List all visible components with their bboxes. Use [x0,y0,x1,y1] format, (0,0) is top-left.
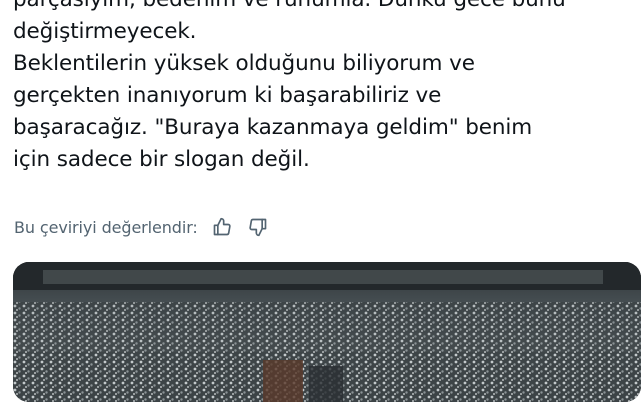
tweet-line: parçasıyım, bedenim ve ruhumla. Dünkü ge… [13,0,633,16]
tweet-line: için sadece bir slogan değil. [13,147,310,172]
translation-rate-label: Bu çeviriyi değerlendir: [14,217,198,237]
tweet-line: gerçekten inanıyorum ki başarabiliriz ve [13,83,442,108]
thumbs-up-icon [213,217,231,236]
tweet-line: Beklentilerin yüksek olduğunu biliyorum … [13,51,475,76]
tweet-text: parçasıyım, bedenim ve ruhumla. Dünkü ge… [13,0,633,176]
stadium-photo [13,262,641,402]
thumbs-down-icon [249,218,267,237]
thumbs-down-button[interactable] [246,215,270,239]
translation-rating: Bu çeviriyi değerlendir: [14,214,270,240]
thumbs-up-button[interactable] [210,215,234,239]
tweet-photo[interactable] [13,262,641,402]
tweet-line: değiştirmeyecek. [13,19,197,44]
tweet-line: başaracağız. "Buraya kazanmaya geldim" b… [13,115,533,140]
